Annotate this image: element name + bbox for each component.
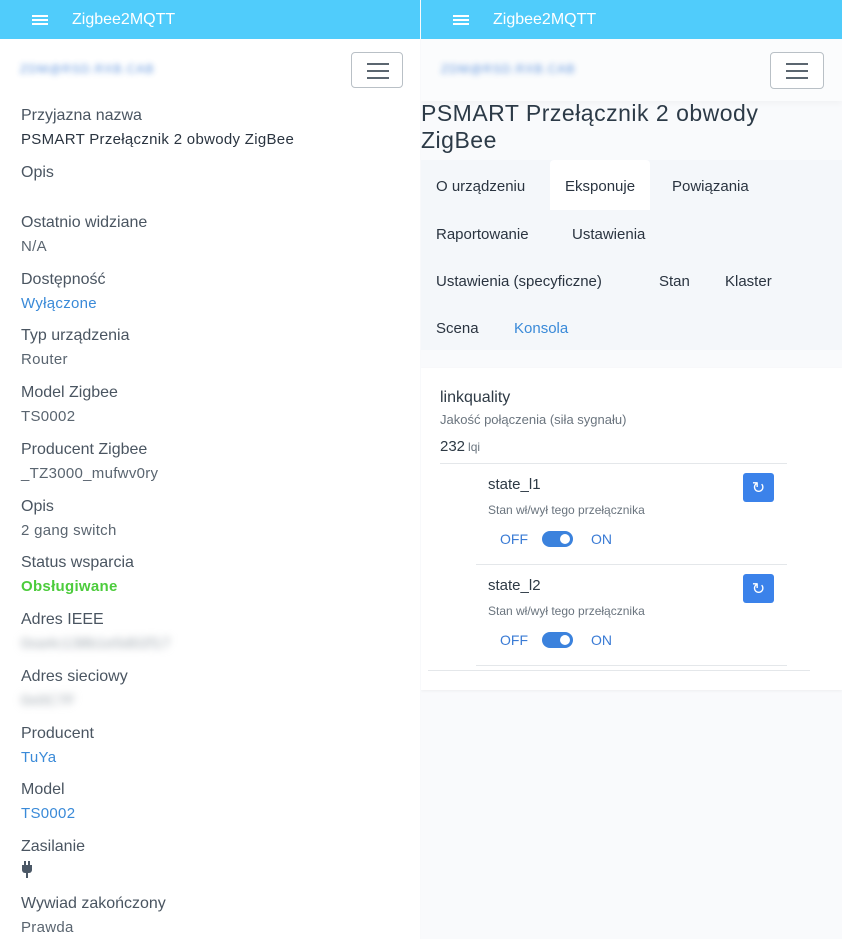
field-network-address: Adres sieciowy 0x0C7F <box>21 667 411 724</box>
off-label[interactable]: OFF <box>500 632 528 648</box>
exposes-card: linkquality Jakość połączenia (siła sygn… <box>421 368 842 690</box>
blurred-address: ZDM@RSD.RXB.CAB <box>441 62 576 76</box>
on-label[interactable]: ON <box>591 632 612 648</box>
field-label: Wywiad zakończony <box>21 895 166 912</box>
availability-link[interactable]: Wyłączone <box>21 294 411 314</box>
app-title[interactable]: Zigbee2MQTT <box>493 11 596 29</box>
model-link[interactable]: TS0002 <box>21 804 411 824</box>
sub-navbar: ZDM@RSD.RXB.CAB <box>421 39 842 101</box>
model-description-value: 2 gang switch <box>21 522 117 539</box>
divider <box>476 564 787 565</box>
last-seen-value: N/A <box>21 238 47 255</box>
switch-control: OFF ON <box>488 630 788 650</box>
state-toggle[interactable] <box>542 632 573 648</box>
blurred-address: ZDM@RSD.RXB.CAB <box>20 62 155 76</box>
app-title[interactable]: Zigbee2MQTT <box>72 11 175 29</box>
linkquality-number: 232 <box>440 438 466 455</box>
field-zigbee-manufacturer: Producent Zigbee _TZ3000_mufwv0ry <box>21 440 411 497</box>
tab-reporting[interactable]: Raportowanie <box>421 212 544 258</box>
tab-settings[interactable]: Ustawienia <box>557 212 660 258</box>
divider <box>440 463 787 464</box>
power-plug-icon <box>21 861 33 879</box>
field-label: Przyjazna nazwa <box>21 107 142 124</box>
switch-description: Stan wł/wył tego przełącznika <box>488 604 645 618</box>
field-zigbee-model: Model Zigbee TS0002 <box>21 383 411 440</box>
tab-state[interactable]: Stan <box>644 259 705 305</box>
on-label[interactable]: ON <box>591 531 612 547</box>
field-support-status: Status wsparcia Obsługiwane <box>21 553 411 610</box>
device-tabs: O urządzeniu Eksponuje Powiązania Raport… <box>421 160 842 350</box>
linkquality-value: 232 lqi <box>440 438 480 455</box>
field-label: Dostępność <box>21 271 106 288</box>
field-label: Typ urządzenia <box>21 327 130 344</box>
zigbee-model-value: TS0002 <box>21 408 76 425</box>
power-source-value <box>21 861 411 885</box>
field-availability: Dostępność Wyłączone <box>21 270 411 326</box>
tab-exposes[interactable]: Eksponuje <box>550 160 651 210</box>
field-device-type: Typ urządzenia Router <box>21 326 411 383</box>
hamburger-menu-icon[interactable] <box>32 14 48 26</box>
device-info-list: Przyjazna nazwa PSMART Przełącznik 2 obw… <box>21 106 411 939</box>
field-label: Ostatnio widziane <box>21 214 148 231</box>
field-label: Model Zigbee <box>21 384 118 401</box>
field-label: Producent <box>21 725 94 742</box>
field-label: Zasilanie <box>21 838 86 855</box>
field-manufacturer: Producent TuYa <box>21 724 411 780</box>
tab-settings-specific[interactable]: Ustawienia (specyficzne) <box>421 259 617 305</box>
field-friendly-name: Przyjazna nazwa PSMART Przełącznik 2 obw… <box>21 106 411 163</box>
divider <box>428 670 810 671</box>
field-model: Model TS0002 <box>21 780 411 837</box>
linkquality-name: linkquality <box>440 389 511 406</box>
top-navbar: Zigbee2MQTT <box>421 0 842 39</box>
field-interview-completed: Wywiad zakończony Prawda <box>21 894 411 939</box>
manufacturer-link[interactable]: TuYa <box>21 748 411 768</box>
top-navbar: Zigbee2MQTT <box>0 0 420 39</box>
field-label: Adres sieciowy <box>21 668 128 685</box>
field-label: Status wsparcia <box>21 554 134 571</box>
field-description: Opis <box>21 163 411 213</box>
linkquality-unit: lqi <box>468 440 481 454</box>
tab-bind[interactable]: Powiązania <box>657 164 764 210</box>
field-label: Adres IEEE <box>21 611 104 628</box>
field-label: Opis <box>21 164 54 181</box>
field-label: Opis <box>21 498 54 515</box>
hamburger-menu-icon[interactable] <box>453 14 469 26</box>
zigbee-manufacturer-value: _TZ3000_mufwv0ry <box>21 465 159 482</box>
tab-scene[interactable]: Scena <box>421 306 494 352</box>
switch-control: OFF ON <box>488 529 788 549</box>
interview-completed-value: Prawda <box>21 919 74 936</box>
tab-about[interactable]: O urządzeniu <box>421 164 540 210</box>
device-title: PSMART Przełącznik 2 obwody ZigBee <box>421 100 781 154</box>
field-label: Model <box>21 781 65 798</box>
ieee-address-value: 0xa4c138b1e5d02f17 <box>21 635 171 652</box>
sub-navbar: ZDM@RSD.RXB.CAB <box>0 39 420 101</box>
refresh-icon: ↻ <box>751 479 766 497</box>
menu-toggle-button[interactable] <box>351 52 403 88</box>
device-type-value: Router <box>21 351 68 368</box>
refresh-icon: ↻ <box>751 580 766 598</box>
network-address-value: 0x0C7F <box>21 692 76 709</box>
field-ieee-address: Adres IEEE 0xa4c138b1e5d02f17 <box>21 610 411 667</box>
tab-cluster[interactable]: Klaster <box>710 259 787 305</box>
switch-description: Stan wł/wył tego przełącznika <box>488 503 645 517</box>
linkquality-description: Jakość połączenia (siła sygnału) <box>440 412 627 427</box>
state-toggle[interactable] <box>542 531 573 547</box>
device-details-pane: Zigbee2MQTT ZDM@RSD.RXB.CAB Przyjazna na… <box>0 0 420 939</box>
divider <box>476 665 787 666</box>
device-exposes-pane: Zigbee2MQTT ZDM@RSD.RXB.CAB PSMART Przeł… <box>421 0 842 939</box>
field-model-description: Opis 2 gang switch <box>21 497 411 553</box>
tab-console[interactable]: Konsola <box>499 306 583 352</box>
refresh-button[interactable]: ↻ <box>743 473 774 502</box>
field-power-source: Zasilanie <box>21 837 411 894</box>
menu-toggle-button[interactable] <box>770 52 824 89</box>
refresh-button[interactable]: ↻ <box>743 574 774 603</box>
friendly-name-value: PSMART Przełącznik 2 obwody ZigBee <box>21 131 295 148</box>
field-last-seen: Ostatnio widziane N/A <box>21 213 411 270</box>
field-label: Producent Zigbee <box>21 441 148 458</box>
off-label[interactable]: OFF <box>500 531 528 547</box>
support-status-link[interactable]: Obsługiwane <box>21 577 411 597</box>
device-title-line: PSMART Przełącznik 2 obwody ZigBee <box>421 100 759 153</box>
